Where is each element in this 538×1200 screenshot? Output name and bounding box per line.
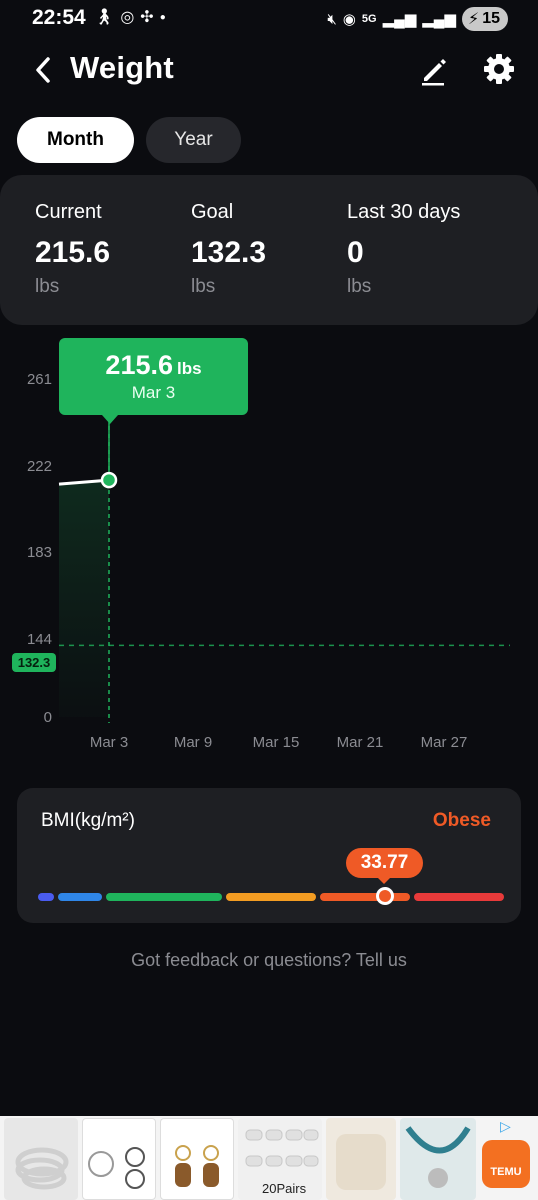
edit-button[interactable] xyxy=(418,54,450,86)
bmi-value-bubble: 33.77 xyxy=(346,848,423,884)
pillow-image xyxy=(336,1134,386,1190)
bmi-segment xyxy=(320,893,410,901)
temu-logo[interactable]: TEMU xyxy=(482,1140,530,1188)
weight-chart[interactable]: 261 222 183 144 0 Mar 3 Mar 9 Mar 15 Mar 21 Mar 2… xyxy=(0,330,538,770)
tooltip-unit: lbs xyxy=(177,359,202,378)
ad-image-laces[interactable] xyxy=(4,1118,78,1200)
charging-icon: ⚡ xyxy=(467,11,480,28)
stat-goal-value: 132.3 xyxy=(191,236,267,269)
ad-image-pillowcase[interactable] xyxy=(326,1118,396,1200)
dot-icon: ● xyxy=(159,12,166,23)
y-tick-label: 222 xyxy=(27,458,52,475)
ad-pairs-label: 20Pairs xyxy=(262,1181,307,1196)
back-button[interactable] xyxy=(30,54,58,86)
gear-icon xyxy=(484,54,514,84)
bmi-card: BMI(kg/m²) Obese 33.77 xyxy=(17,788,521,923)
bmi-indicator-knob xyxy=(376,887,395,905)
y-tick-label: 0 xyxy=(44,709,52,726)
mute-icon: 🔇︎ xyxy=(327,10,337,28)
tooltip-value: 215.6 xyxy=(105,350,173,380)
stat-current: Current 215.6 lbs xyxy=(35,201,110,298)
bmi-segment xyxy=(414,893,504,901)
battery-level: 15 xyxy=(482,10,500,27)
stat-goal-unit: lbs xyxy=(191,276,216,297)
stat-last30-unit: lbs xyxy=(347,276,372,297)
series-area xyxy=(59,480,109,717)
x-tick-label: Mar 15 xyxy=(253,734,300,751)
x-tick-label: Mar 3 xyxy=(90,734,128,751)
stat-last30-value: 0 xyxy=(347,236,364,269)
tab-month[interactable]: Month xyxy=(17,117,134,163)
page-title: Weight xyxy=(70,50,174,85)
ad-image-curtain-ties[interactable] xyxy=(400,1118,476,1200)
bmi-segment xyxy=(226,893,316,901)
x-tick-label: Mar 9 xyxy=(174,734,212,751)
signal-icon-2: ▂▄▆ xyxy=(422,11,456,28)
y-tick-label: 261 xyxy=(27,371,52,388)
sync-icon: ◎ xyxy=(120,9,135,26)
status-bar: 22:54 🚶︎ ◎ ✣ ● 🔇︎ ◉ 5G ▂▄▆ ▂▄▆ ⚡ 15 xyxy=(0,0,538,38)
stat-current-unit: lbs xyxy=(35,276,60,297)
bmi-segment xyxy=(38,893,54,901)
bmi-segment xyxy=(58,893,102,901)
goal-line-badge: 132.3 xyxy=(12,653,56,672)
ad-banner[interactable]: 20Pairs ▷ TEMU xyxy=(0,1116,538,1200)
pencil-icon xyxy=(422,59,446,86)
ad-image-bundle-1[interactable] xyxy=(82,1118,156,1200)
stats-card: Current 215.6 lbs Goal 132.3 lbs Last 30… xyxy=(0,175,538,325)
chart-tooltip: 215.6 lbs Mar 3 xyxy=(59,338,248,424)
bundle-image-1 xyxy=(88,1147,145,1189)
settings-button[interactable] xyxy=(482,52,516,86)
bmi-title: BMI(kg/m²) xyxy=(41,810,135,831)
bmi-segment xyxy=(106,893,222,901)
chevron-left-icon xyxy=(36,57,50,83)
app-header: Weight xyxy=(0,44,538,98)
signal-icon: ▂▄▆ xyxy=(382,11,417,28)
feedback-link[interactable]: Got feedback or questions? Tell us xyxy=(0,950,538,971)
y-tick-label: 183 xyxy=(27,544,52,561)
bmi-status: Obese xyxy=(432,810,491,831)
battery-indicator: ⚡ 15 xyxy=(461,7,508,31)
data-point xyxy=(100,471,118,489)
tooltip-date: Mar 3 xyxy=(131,383,176,402)
network-type: 5G xyxy=(361,13,377,25)
bmi-scale-bar xyxy=(38,893,504,901)
stat-goal: Goal 132.3 lbs xyxy=(191,201,266,298)
tab-year[interactable]: Year xyxy=(146,117,241,163)
hotspot-icon: ◉ xyxy=(342,11,356,28)
ad-choices-icon[interactable]: ▷ xyxy=(500,1118,511,1135)
x-tick-label: Mar 27 xyxy=(421,734,468,751)
stat-current-label: Current xyxy=(35,201,102,223)
stat-last30-label: Last 30 days xyxy=(347,201,461,223)
fan-icon: ✣ xyxy=(140,9,154,26)
stat-current-value: 215.6 xyxy=(35,236,111,269)
walking-icon: 🚶︎ xyxy=(94,9,115,26)
stat-last30: Last 30 days 0 lbs xyxy=(347,201,460,298)
status-time: 22:54 xyxy=(32,6,86,29)
stat-goal-label: Goal xyxy=(191,201,234,223)
shoelace-image xyxy=(15,1147,69,1190)
x-tick-label: Mar 21 xyxy=(337,734,384,751)
keychain-image xyxy=(175,1145,219,1187)
curtain-tie-image xyxy=(405,1126,471,1188)
ad-image-bundle-2[interactable] xyxy=(160,1118,234,1200)
y-tick-label: 144 xyxy=(27,631,52,648)
